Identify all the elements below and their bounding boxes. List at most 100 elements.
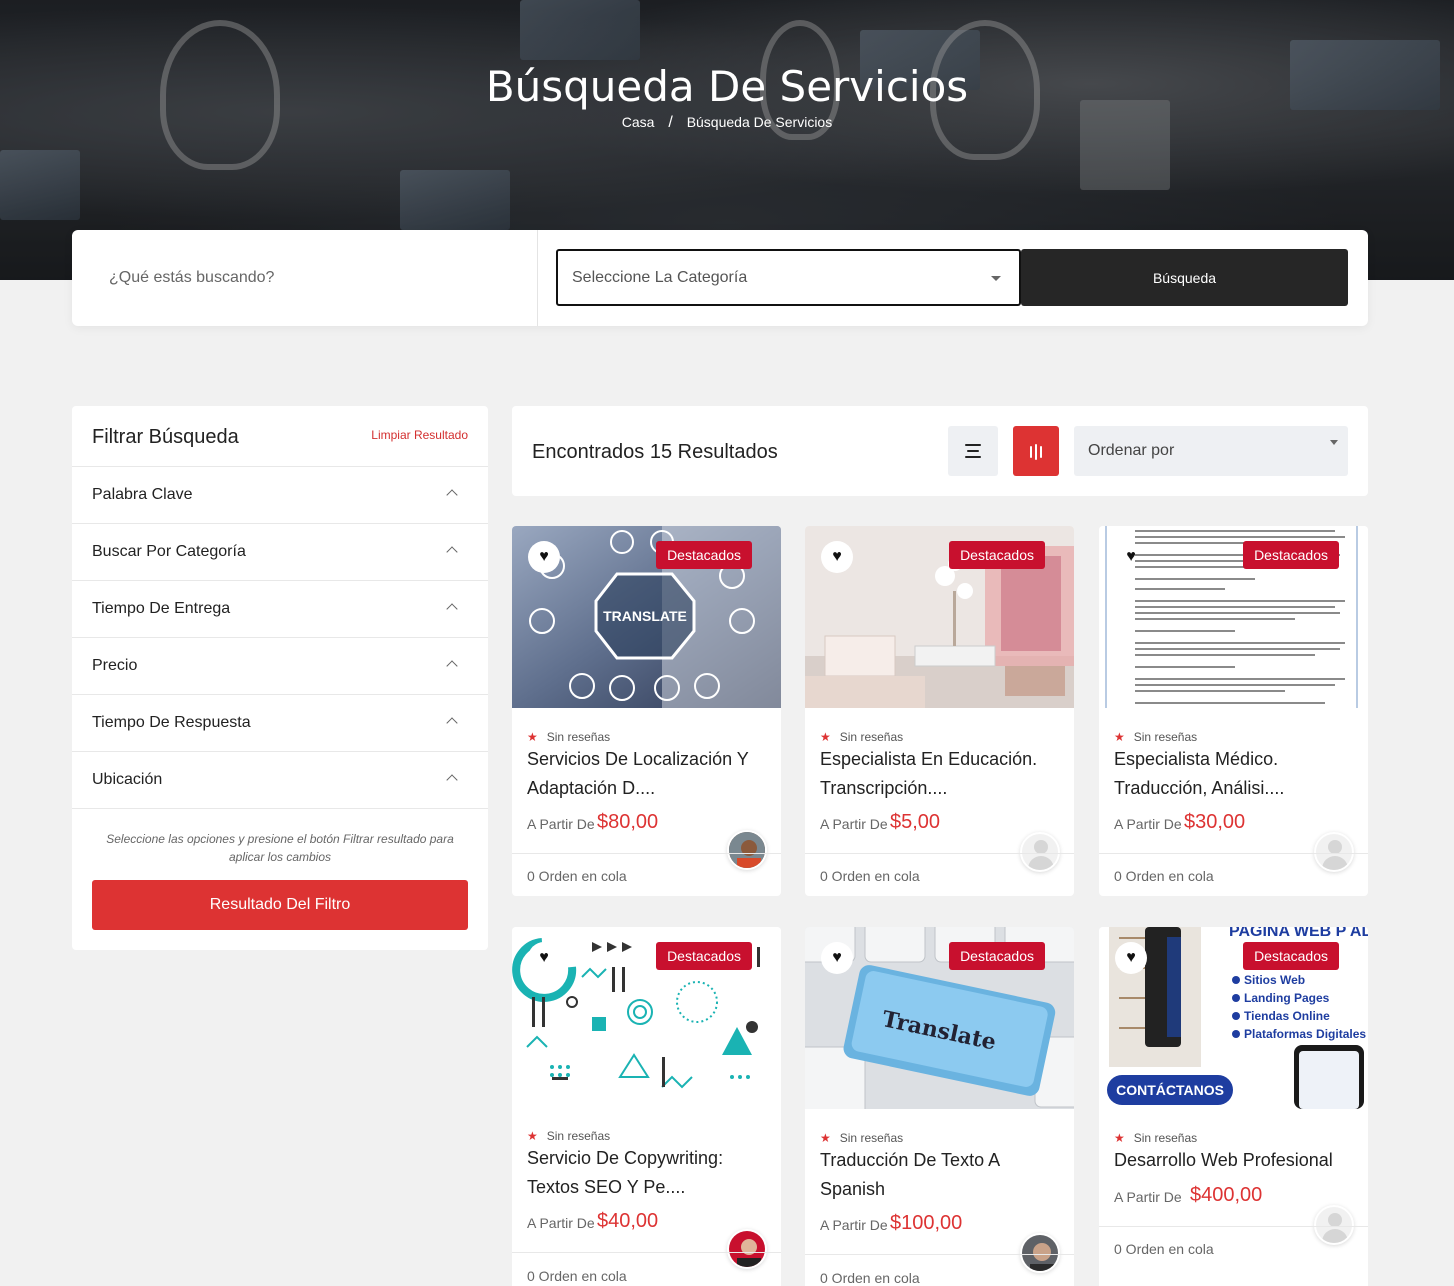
seller-avatar-placeholder-icon[interactable] — [1314, 832, 1354, 872]
grid-icon-bar — [1035, 444, 1037, 460]
clear-results-link[interactable]: Limpiar Resultado — [371, 428, 468, 442]
facet-category[interactable]: Buscar Por Categoría — [72, 524, 488, 581]
facet-label: Tiempo De Respuesta — [92, 714, 251, 731]
star-icon: ★ — [527, 730, 538, 744]
service-card[interactable]: TRANSLATE ♥ Destacados ★ Sin reseñas Serv… — [512, 526, 781, 896]
filter-sidebar: Filtrar Búsqueda Limpiar Resultado Palab… — [72, 406, 488, 950]
service-title[interactable]: Traducción De Texto A Spanish — [820, 1146, 1060, 1204]
list-icon-bar — [967, 450, 979, 452]
service-card[interactable]: Translate ♥ Destacados ★ Sin reseñas Trad… — [805, 927, 1074, 1286]
facet-label: Tiempo De Entrega — [92, 600, 231, 617]
card-divider — [512, 853, 781, 854]
card-divider — [805, 1254, 1074, 1255]
facet-label: Palabra Clave — [92, 486, 193, 503]
star-icon: ★ — [820, 1131, 831, 1145]
filter-header: Filtrar Búsqueda Limpiar Resultado — [72, 406, 488, 467]
service-card[interactable]: PAGINA WEB P AL Sitios Web Landing Pages… — [1099, 927, 1368, 1286]
seller-avatar-placeholder-icon[interactable] — [1314, 1205, 1354, 1245]
card-divider — [1099, 1226, 1368, 1227]
favorite-heart-icon[interactable]: ♥ — [821, 942, 853, 974]
facet-label: Ubicación — [92, 771, 163, 788]
seller-avatar[interactable] — [727, 1229, 767, 1269]
seller-avatar[interactable] — [727, 830, 767, 870]
service-price: $40,00 — [597, 1210, 659, 1232]
orders-in-queue: 0 Orden en cola — [1114, 1241, 1214, 1257]
price-from-label: A Partir De — [1114, 816, 1182, 832]
review-status: ★ Sin reseñas — [820, 730, 903, 744]
service-card[interactable]: ♥ Destacados ★ Sin reseñas Especialista M… — [1099, 526, 1368, 896]
favorite-heart-icon[interactable]: ♥ — [528, 541, 560, 573]
card-divider — [1099, 853, 1368, 854]
service-price: $5,00 — [890, 811, 941, 833]
breadcrumb: Casa / Búsqueda De Servicios — [0, 114, 1454, 132]
search-bar: Seleccione La Categoría Búsqueda — [72, 230, 1368, 326]
facet-delivery-time[interactable]: Tiempo De Entrega — [72, 581, 488, 638]
apply-filter-button[interactable]: Resultado Del Filtro — [92, 880, 468, 930]
favorite-heart-icon[interactable]: ♥ — [821, 541, 853, 573]
search-input[interactable] — [72, 230, 537, 326]
service-card[interactable]: ♥ Destacados ★ Sin reseñas Servicio De Co… — [512, 927, 781, 1286]
featured-badge: Destacados — [656, 942, 752, 970]
orders-in-queue: 0 Orden en cola — [820, 868, 920, 884]
price-from-label: A Partir De — [527, 1215, 595, 1231]
service-title[interactable]: Especialista En Educación. Transcripción… — [820, 745, 1060, 803]
grid-icon-bar — [1040, 446, 1042, 458]
results-header: Encontrados 15 Resultados Ordenar por — [512, 406, 1368, 496]
star-icon: ★ — [1114, 1131, 1125, 1145]
card-divider — [512, 1252, 781, 1253]
featured-badge: Destacados — [949, 541, 1045, 569]
orders-in-queue: 0 Orden en cola — [1114, 868, 1214, 884]
service-price: $80,00 — [597, 811, 659, 833]
facet-response-time[interactable]: Tiempo De Respuesta — [72, 695, 488, 752]
price-from-label: A Partir De — [527, 816, 595, 832]
review-text: Sin reseñas — [1133, 730, 1198, 744]
grid-view-button[interactable] — [1013, 426, 1059, 476]
facet-keyword[interactable]: Palabra Clave — [72, 467, 488, 524]
chevron-up-icon — [446, 774, 458, 786]
seller-avatar[interactable] — [1020, 1233, 1060, 1273]
caret-down-icon — [991, 276, 1001, 281]
facet-location[interactable]: Ubicación — [72, 752, 488, 809]
service-price: $400,00 — [1190, 1184, 1263, 1206]
seller-avatar-placeholder-icon[interactable] — [1020, 832, 1060, 872]
facet-label: Buscar Por Categoría — [92, 543, 246, 560]
results-count: Encontrados 15 Resultados — [532, 441, 778, 463]
favorite-heart-icon[interactable]: ♥ — [1115, 942, 1147, 974]
service-title[interactable]: Desarrollo Web Profesional — [1114, 1146, 1354, 1175]
filter-title: Filtrar Búsqueda — [92, 426, 239, 448]
chevron-up-icon — [446, 660, 458, 672]
search-query-wrapper — [72, 230, 538, 326]
facet-price[interactable]: Precio — [72, 638, 488, 695]
service-title[interactable]: Servicios De Localización Y Adaptación D… — [527, 745, 767, 803]
star-icon: ★ — [820, 730, 831, 744]
price-from-label: A Partir De — [820, 816, 888, 832]
sort-select[interactable]: Ordenar por — [1074, 426, 1348, 476]
review-status: ★ Sin reseñas — [1114, 1131, 1197, 1145]
favorite-heart-icon[interactable]: ♥ — [1115, 541, 1147, 573]
featured-badge: Destacados — [1243, 942, 1339, 970]
review-text: Sin reseñas — [546, 1129, 611, 1143]
favorite-heart-icon[interactable]: ♥ — [528, 942, 560, 974]
avatar-image — [729, 1231, 765, 1267]
review-text: Sin reseñas — [839, 1131, 904, 1145]
search-button[interactable]: Búsqueda — [1021, 249, 1348, 306]
star-icon: ★ — [1114, 730, 1125, 744]
featured-badge: Destacados — [1243, 541, 1339, 569]
category-select[interactable]: Seleccione La Categoría — [556, 249, 1021, 306]
chevron-up-icon — [446, 489, 458, 501]
chevron-up-icon — [446, 546, 458, 558]
chevron-up-icon — [446, 603, 458, 615]
grid-icon — [1030, 446, 1032, 458]
facet-label: Precio — [92, 657, 138, 674]
service-price: $100,00 — [890, 1212, 963, 1234]
image-list-item: Landing Pages — [1244, 991, 1330, 1005]
breadcrumb-home-link[interactable]: Casa — [622, 114, 655, 130]
list-view-button[interactable] — [948, 426, 998, 476]
service-title[interactable]: Especialista Médico. Traducción, Análisi… — [1114, 745, 1354, 803]
review-status: ★ Sin reseñas — [1114, 730, 1197, 744]
breadcrumb-separator: / — [668, 114, 673, 131]
page-title: Búsqueda De Servicios — [485, 62, 969, 111]
service-title[interactable]: Servicio De Copywriting: Textos SEO Y Pe… — [527, 1144, 767, 1202]
review-text: Sin reseñas — [1133, 1131, 1198, 1145]
service-card[interactable]: ♥ Destacados ★ Sin reseñas Especialista E… — [805, 526, 1074, 896]
